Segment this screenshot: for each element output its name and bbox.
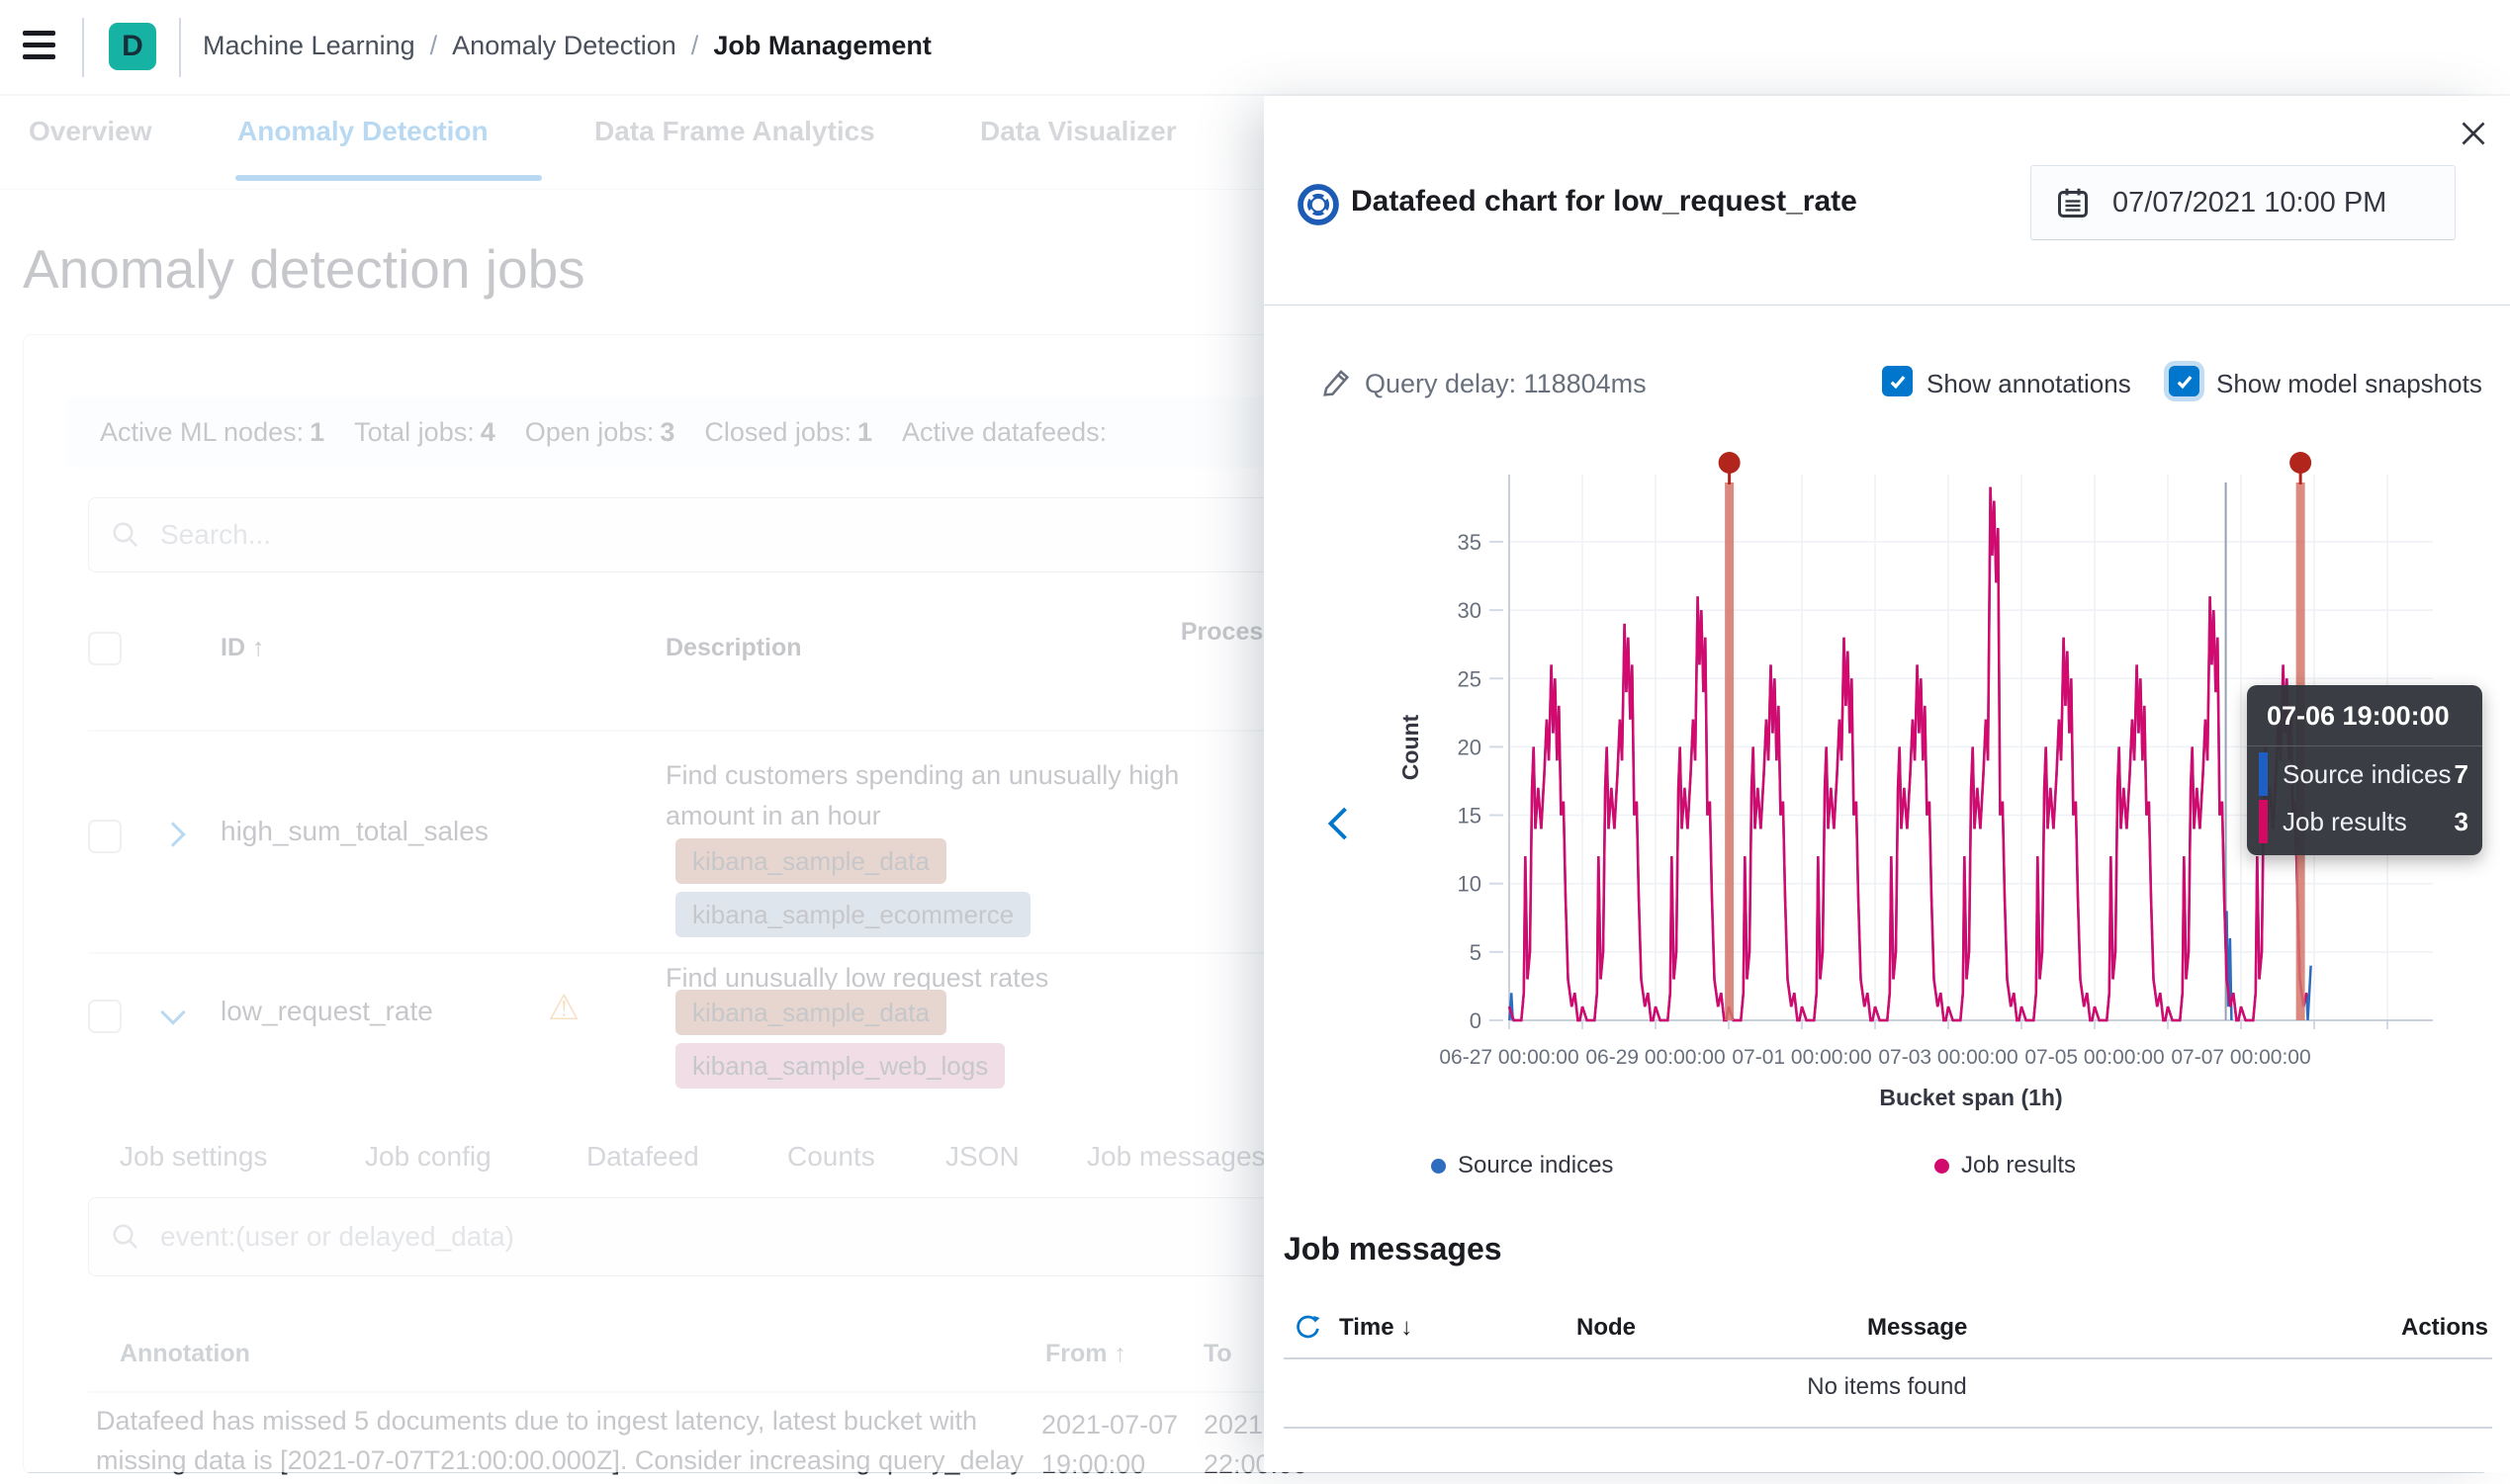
divider: [1284, 1357, 2492, 1359]
legend-source-indices[interactable]: Source indices: [1458, 1152, 1613, 1179]
legend-dot-source-indices: [1431, 1159, 1446, 1174]
divider: [1284, 1427, 2492, 1429]
column-header-message[interactable]: Message: [1867, 1314, 1967, 1342]
breadcrumb-job-management: Job Management: [713, 31, 932, 61]
menu-icon[interactable]: [23, 31, 55, 62]
datepicker-value: 07/07/2021 10:00 PM: [2112, 187, 2386, 219]
divider: [1264, 305, 2510, 306]
svg-text:30: 30: [1458, 598, 1481, 623]
breadcrumb-separator: /: [430, 31, 438, 61]
breadcrumb: Machine Learning / Anomaly Detection / J…: [203, 0, 932, 92]
datafeed-icon: [1296, 182, 1341, 227]
x-axis-label: Bucket span (1h): [1879, 1085, 2062, 1110]
svg-text:35: 35: [1458, 530, 1481, 555]
flyout-title: Datafeed chart for low_request_rate: [1351, 185, 1857, 218]
datepicker-button[interactable]: 07/07/2021 10:00 PM: [2030, 165, 2456, 240]
svg-text:07-01 00:00:00: 07-01 00:00:00: [1732, 1046, 1871, 1069]
divider: [2247, 745, 2482, 746]
tooltip-row-job-results: Job results 3: [2259, 800, 2468, 843]
svg-text:07-05 00:00:00: 07-05 00:00:00: [2024, 1046, 2164, 1069]
check-icon: [2174, 371, 2196, 393]
top-header-bar: D Machine Learning / Anomaly Detection /…: [0, 0, 2510, 96]
show-annotations-checkbox[interactable]: [1882, 366, 1913, 396]
check-icon: [1887, 371, 1909, 393]
sort-down-icon: ↓: [1400, 1314, 1412, 1341]
divider: [179, 18, 181, 77]
legend-job-results[interactable]: Job results: [1961, 1152, 2076, 1179]
svg-text:06-29 00:00:00: 06-29 00:00:00: [1585, 1046, 1725, 1069]
query-delay-text: Query delay: 118804ms: [1365, 369, 1647, 399]
svg-text:20: 20: [1458, 735, 1481, 759]
breadcrumb-separator: /: [691, 31, 699, 61]
svg-text:07-07 00:00:00: 07-07 00:00:00: [2171, 1046, 2310, 1069]
no-items-found-text: No items found: [1264, 1373, 2510, 1401]
chevron-left-icon[interactable]: [1325, 806, 1351, 846]
series-color-bar: [2259, 752, 2268, 796]
datafeed-chart-flyout: Datafeed chart for low_request_rate 07/0…: [1264, 96, 2510, 1472]
show-model-snapshots-checkbox[interactable]: [2169, 366, 2199, 396]
column-header-time[interactable]: Time ↓: [1339, 1314, 1412, 1342]
svg-text:5: 5: [1470, 940, 1481, 965]
svg-text:10: 10: [1458, 872, 1481, 897]
column-header-actions: Actions: [2401, 1314, 2488, 1342]
chart-tooltip: 07-06 19:00:00 Source indices 7 Job resu…: [2247, 685, 2482, 855]
svg-text:15: 15: [1458, 804, 1481, 829]
show-annotations-label[interactable]: Show annotations: [1927, 369, 2131, 399]
series-color-bar: [2259, 800, 2268, 843]
show-model-snapshots-label[interactable]: Show model snapshots: [2216, 369, 2482, 399]
column-header-node[interactable]: Node: [1576, 1314, 1636, 1342]
svg-text:0: 0: [1470, 1008, 1481, 1033]
pencil-icon[interactable]: [1319, 367, 1353, 400]
svg-text:07-03 00:00:00: 07-03 00:00:00: [1878, 1046, 2017, 1069]
y-axis-label: Count: [1397, 714, 1423, 780]
job-messages-heading: Job messages: [1284, 1231, 1502, 1267]
close-icon[interactable]: [2456, 116, 2491, 151]
breadcrumb-anomaly-detection[interactable]: Anomaly Detection: [452, 31, 676, 61]
legend-dot-job-results: [1934, 1159, 1949, 1174]
space-avatar[interactable]: D: [109, 23, 156, 70]
refresh-icon[interactable]: [1294, 1312, 1323, 1342]
calendar-icon: [2055, 184, 2091, 221]
tooltip-time: 07-06 19:00:00: [2247, 685, 2482, 745]
svg-text:25: 25: [1458, 666, 1481, 691]
divider: [82, 18, 84, 77]
breadcrumb-machine-learning[interactable]: Machine Learning: [203, 31, 415, 61]
svg-text:06-27 00:00:00: 06-27 00:00:00: [1439, 1046, 1578, 1069]
tooltip-row-source-indices: Source indices 7: [2259, 752, 2468, 796]
